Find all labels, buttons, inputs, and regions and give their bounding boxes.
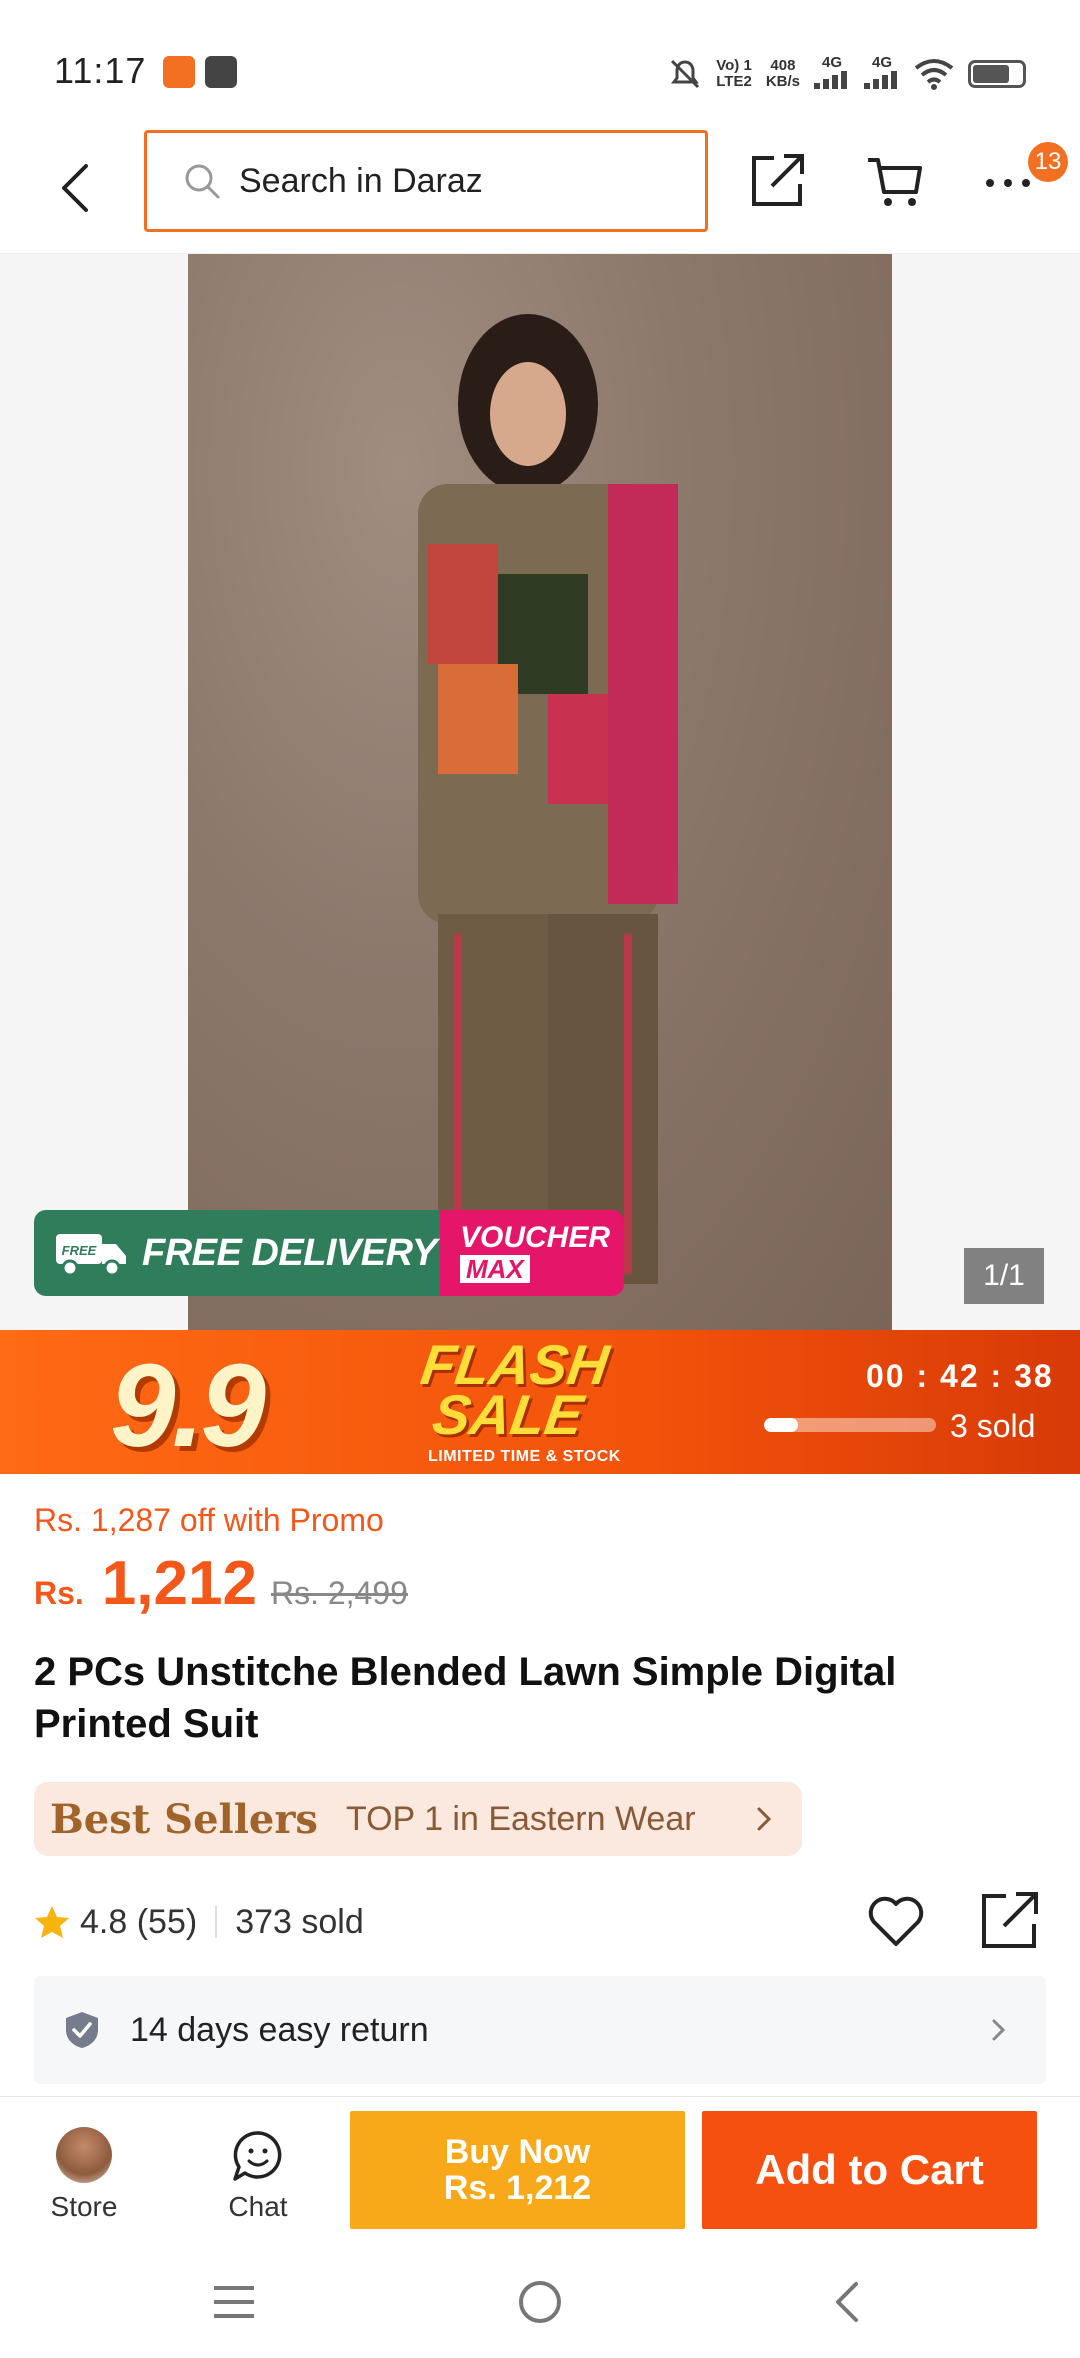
back-icon[interactable] [52, 158, 100, 218]
voucher-line-2: MAX [460, 1255, 530, 1283]
truck-icon: FREE [56, 1234, 126, 1277]
product-title: 2 PCs Unstitche Blended Lawn Simple Digi… [34, 1650, 897, 1746]
chevron-right-icon [992, 2019, 1006, 2041]
speed-value: 408 [770, 57, 796, 74]
delivery-text: FREE DELIVERY [142, 1231, 437, 1274]
mute-bell-icon [671, 59, 700, 89]
network-type: Vo) 1 LTE2 [716, 58, 752, 90]
flash-sale-banner[interactable]: 9.9 FLASH SALE LIMITED TIME & STOCK 00 :… [0, 1330, 1080, 1474]
sold-progress-bar [764, 1418, 936, 1432]
buy-now-button[interactable]: Buy Now Rs. 1,212 [350, 2111, 685, 2229]
flash-sale-title: FLASH SALE [411, 1333, 613, 1446]
accessibility-icon [205, 56, 237, 88]
share-icon[interactable] [978, 1888, 1042, 1952]
signal-2: 4G [864, 55, 900, 93]
network-speed: 408 KB/s [766, 58, 800, 90]
cart-icon[interactable] [866, 152, 924, 210]
flash-sold-count: 3 sold [950, 1408, 1036, 1444]
shield-icon [66, 2012, 98, 2048]
page-indicator: 1/1 [964, 1248, 1044, 1304]
rating-divider [215, 1906, 218, 1938]
network-label-2: LTE2 [716, 73, 752, 90]
store-avatar [56, 2127, 112, 2183]
countdown-timer: 00 : 42 : 38 [866, 1358, 1054, 1394]
bestseller-chip[interactable]: Best Sellers TOP 1 in Eastern Wear [34, 1782, 802, 1856]
status-bar: 11:17 Vo) 1 LTE2 408 KB/s 4G 4G [0, 0, 1080, 130]
status-indicators: Vo) 1 LTE2 408 KB/s 4G 4G [668, 54, 1026, 94]
store-button[interactable]: Store [24, 2127, 144, 2223]
search-icon [185, 164, 220, 199]
star-icon [35, 1906, 69, 1938]
heart-icon[interactable] [866, 1892, 926, 1952]
signal-bars-icon [814, 71, 847, 89]
add-to-cart-button[interactable]: Add to Cart [702, 2111, 1037, 2229]
bottom-action-bar: Store Chat Buy Now Rs. 1,212 Add to Cart [0, 2096, 1080, 2248]
signal-1-label: 4G [821, 54, 842, 71]
notification-badge: 13 [1028, 142, 1068, 182]
wifi-icon [914, 59, 954, 90]
voucher-max-section: VOUCHER MAX [440, 1210, 624, 1296]
signal-1: 4G [814, 55, 850, 93]
flash-subtitle: LIMITED TIME & STOCK [428, 1448, 621, 1465]
chat-label: Chat [228, 2191, 288, 2222]
chevron-right-icon [757, 1807, 772, 1831]
product-gallery[interactable]: FREE FREE DELIVERY VOUCHER MAX 1/1 [0, 254, 1080, 1330]
system-nav-bar [0, 2248, 1080, 2358]
buy-now-price: Rs. 1,212 [443, 2169, 592, 2207]
truck-text: FREE [62, 1243, 97, 1258]
sold-progress-fill [764, 1418, 799, 1432]
network-label-1: Vo) 1 [716, 57, 752, 74]
voucher-line-1: VOUCHER [460, 1221, 611, 1254]
bestseller-rank-text: TOP 1 in Eastern Wear [345, 1799, 696, 1838]
home-icon[interactable] [516, 2278, 564, 2326]
store-label: Store [50, 2191, 118, 2222]
share-icon[interactable] [748, 150, 808, 210]
battery-icon [968, 60, 1026, 88]
rating-row: 4.8 (55) 373 sold [34, 1892, 1046, 1952]
chat-icon [233, 2131, 282, 2181]
menu-icon[interactable] [212, 2282, 256, 2322]
price-currency: Rs. [34, 1575, 84, 1611]
status-time: 11:17 [54, 50, 147, 91]
search-placeholder: Search in Daraz [239, 161, 483, 200]
free-delivery-badge: FREE FREE DELIVERY VOUCHER MAX [34, 1210, 624, 1296]
top-header: Search in Daraz 13 [0, 128, 1080, 254]
signal-bars-icon [864, 71, 897, 89]
signal-2-label: 4G [871, 54, 892, 71]
nav-back-icon[interactable] [828, 2278, 864, 2326]
app-notification-icon [163, 56, 195, 88]
search-input[interactable]: Search in Daraz [144, 130, 708, 232]
chat-button[interactable]: Chat [198, 2127, 318, 2223]
return-policy-row[interactable]: 14 days easy return [34, 1976, 1046, 2084]
best-sellers-badge: Best Sellers [50, 1795, 318, 1843]
product-image[interactable] [188, 254, 892, 1330]
buy-now-label: Buy Now [444, 2133, 591, 2171]
event-logo: 9.9 [110, 1340, 266, 1472]
promo-discount-text[interactable]: Rs. 1,287 off with Promo [34, 1502, 384, 1539]
more-icon[interactable] [984, 176, 1032, 190]
sold-count: 373 sold [235, 1902, 364, 1941]
delivery-section: FREE FREE DELIVERY [34, 1210, 440, 1296]
flash-title-line-2: SALE [428, 1383, 587, 1446]
speed-unit: KB/s [765, 73, 800, 90]
original-price: Rs. 2,499 [270, 1575, 408, 1611]
current-price: 1,212 [101, 1549, 257, 1618]
rating-score[interactable]: 4.8 (55) [80, 1903, 197, 1942]
return-policy-text: 14 days easy return [130, 2010, 429, 2049]
price-row: Rs. 1,212 Rs. 2,499 [34, 1548, 408, 1619]
model-figure [418, 314, 678, 1284]
